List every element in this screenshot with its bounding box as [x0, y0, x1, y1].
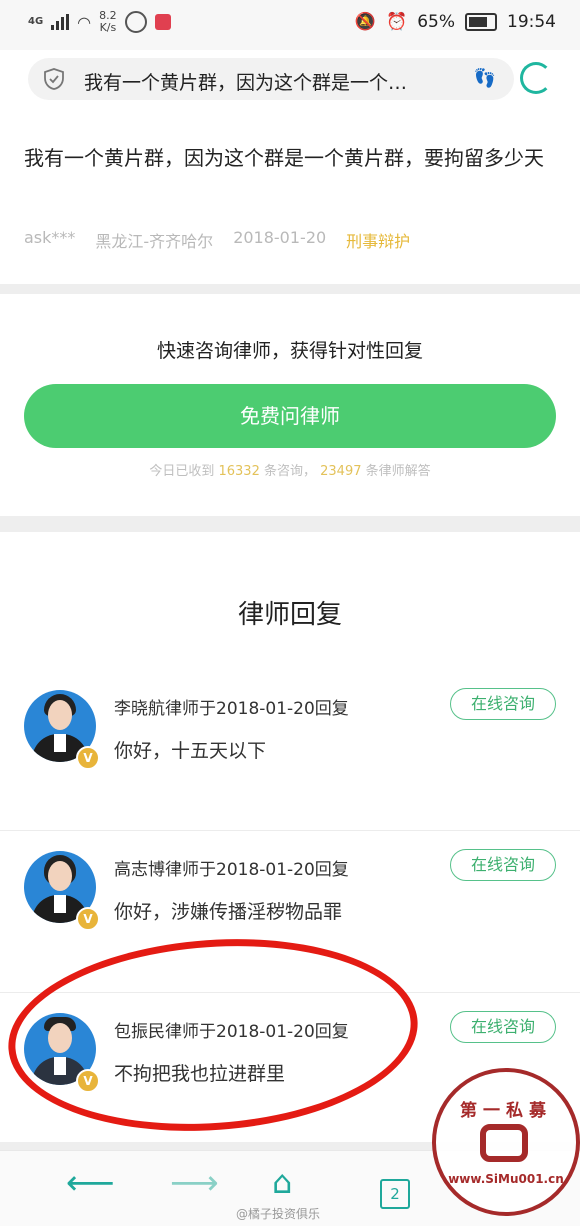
question-meta: ask*** 黑龙江-齐齐哈尔 2018-01-20 刑事辩护 [24, 228, 410, 252]
stats-consult-count: 16332 [218, 464, 260, 479]
forward-arrow-icon[interactable]: ⟶ [170, 1163, 219, 1203]
network-speed: 8.2 K/s [99, 10, 117, 34]
stats-mid: 条咨询， [263, 464, 316, 479]
question-card: 我有一个黄片群，因为这个群是一个黄片群，要拘留多少天 ask*** 黑龙江-齐齐… [0, 112, 580, 284]
status-left: 4G ◠ 8.2 K/s [28, 10, 171, 34]
question-title: 我有一个黄片群，因为这个群是一个黄片群，要拘留多少天 [24, 146, 544, 170]
consult-card: 快速咨询律师，获得针对性回复 免费问律师 今日已收到 16332 条咨询， 23… [0, 294, 580, 516]
question-date: 2018-01-20 [233, 228, 327, 247]
reply-item: V 高志博律师于2018-01-20回复 你好，涉嫌传播淫秽物品罪 在线咨询 [0, 830, 580, 961]
speed-unit: K/s [99, 21, 117, 34]
footprint-icon[interactable]: 👣 [474, 68, 496, 89]
question-location: 黑龙江-齐齐哈尔 [95, 232, 214, 251]
status-bar: 4G ◠ 8.2 K/s 🔕 ⏰ 65% 19:54 [0, 0, 580, 50]
question-user: ask*** [24, 228, 76, 247]
stamp-url: www.SiMu001.cn [448, 1172, 564, 1186]
refresh-icon[interactable] [520, 62, 552, 94]
stats-answer-count: 23497 [320, 464, 362, 479]
reply-text: 你好，涉嫌传播淫秽物品罪 [114, 901, 343, 923]
network-type: 4G [28, 16, 44, 27]
verified-badge-icon: V [76, 746, 100, 770]
alarm-icon: ⏰ [386, 12, 408, 32]
free-ask-lawyer-button[interactable]: 免费问律师 [24, 384, 556, 448]
signal-icon [51, 14, 70, 30]
reply-text: 你好，十五天以下 [114, 740, 267, 762]
weibo-watermark: @橘子投资俱乐 [236, 1207, 321, 1221]
stamp-logo-icon [480, 1124, 528, 1162]
notification-app-icon [124, 11, 147, 33]
online-consult-button[interactable]: 在线咨询 [450, 849, 556, 881]
stats-prefix: 今日已收到 [149, 464, 215, 479]
reply-author: 高志博律师于2018-01-20回复 [114, 860, 349, 880]
home-icon[interactable]: ⌂ [272, 1163, 292, 1201]
replies-heading: 律师回复 [237, 600, 342, 630]
back-arrow-icon[interactable]: ⟵ [66, 1163, 115, 1203]
reply-author: 李晓航律师于2018-01-20回复 [114, 699, 349, 719]
verified-badge-icon: V [76, 907, 100, 931]
online-consult-button[interactable]: 在线咨询 [450, 688, 556, 720]
question-category-tag[interactable]: 刑事辩护 [346, 228, 410, 252]
consult-headline: 快速咨询律师，获得针对性回复 [156, 340, 423, 362]
reply-item: V 李晓航律师于2018-01-20回复 你好，十五天以下 在线咨询 [0, 670, 580, 800]
clock: 19:54 [507, 12, 556, 32]
status-right: 🔕 ⏰ 65% 19:54 [355, 12, 556, 32]
mute-icon: 🔕 [354, 12, 377, 32]
search-input[interactable]: 我有一个黄片群，因为这个群是一个… 👣 [28, 58, 514, 100]
huawei-icon [154, 14, 171, 30]
wifi-icon: ◠ [77, 12, 92, 32]
online-consult-button[interactable]: 在线咨询 [450, 1011, 556, 1043]
tabs-count-button[interactable]: 2 [380, 1179, 410, 1209]
browser-search-bar: 我有一个黄片群，因为这个群是一个… 👣 [0, 50, 580, 112]
stamp-title: 第一私募 [460, 1101, 552, 1121]
search-query: 我有一个黄片群，因为这个群是一个… [84, 72, 408, 94]
consult-stats: 今日已收到 16332 条咨询， 23497 条律师解答 [0, 460, 580, 479]
stats-suffix: 条律师解答 [365, 464, 431, 479]
battery-icon [465, 13, 497, 31]
battery-percent: 65% [417, 12, 455, 32]
shield-check-icon [44, 68, 64, 90]
watermark-stamp: 第一私募 www.SiMu001.cn [432, 1068, 580, 1216]
